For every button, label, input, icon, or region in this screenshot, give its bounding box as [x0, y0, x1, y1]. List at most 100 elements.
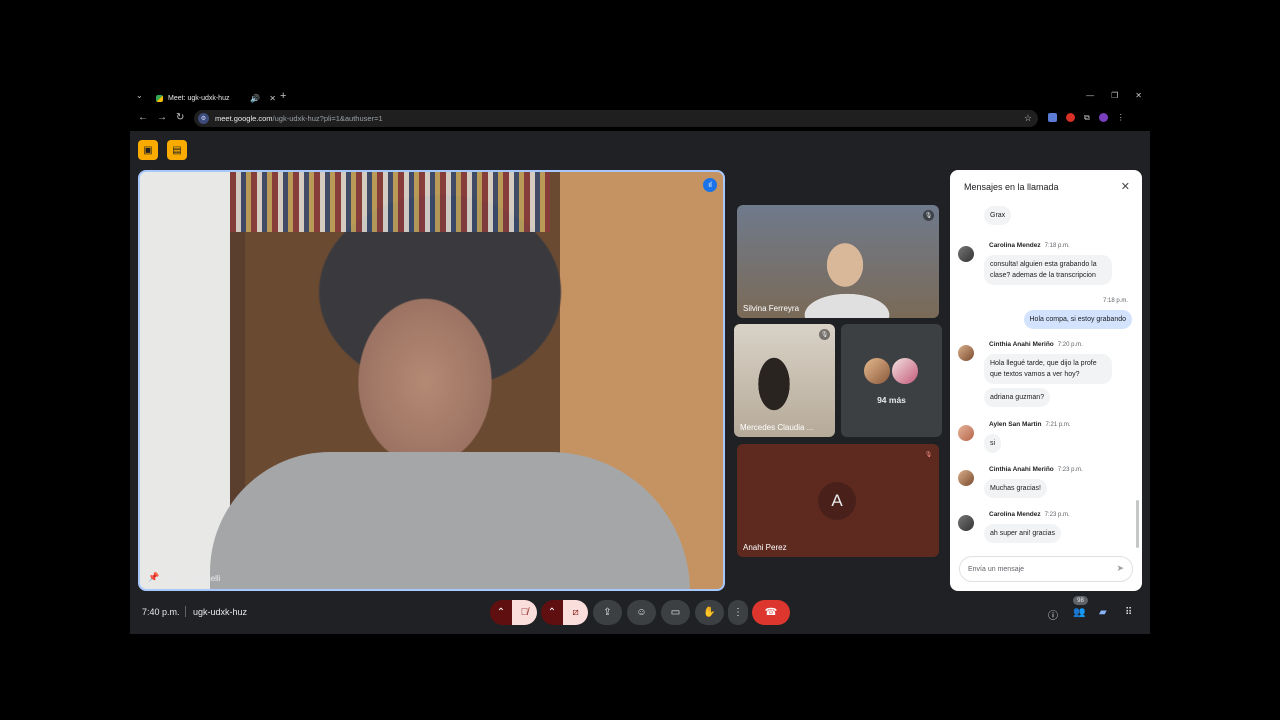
bookmark-star-icon[interactable]: ☆ [1024, 113, 1032, 124]
people-icon[interactable]: 👥 [1073, 607, 1085, 618]
participant-tile[interactable]: 🎙 Silvina Ferreyra [737, 205, 939, 318]
captions-button[interactable]: ▭ [661, 600, 690, 625]
speaking-indicator-icon: ıl [703, 178, 717, 192]
participant-tile[interactable]: 🎙 Mercedes Claudia ... [734, 324, 835, 437]
avatar [958, 345, 974, 361]
message-sender: Carolina Mendez [989, 242, 1041, 249]
participant-tile[interactable]: 🎙 A Anahi Perez [737, 444, 939, 557]
close-icon[interactable]: ✕ [1121, 180, 1130, 193]
present-screen-icon: ⇪ [603, 607, 612, 618]
message-bubble: Hola llegué tarde, que dijo la profe que… [984, 354, 1112, 384]
back-icon[interactable]: ← [138, 112, 148, 123]
chat-message: Aylen San Martin 7:21 p.m. si [950, 413, 1142, 453]
mic-options-button[interactable]: ⌃ [490, 600, 512, 625]
participant-name: Silvina Ferreyra [743, 304, 800, 313]
meeting-info-icon[interactable]: ⓘ [1048, 607, 1058, 622]
chat-message: Carolina Mendez 7:23 p.m. ah super ani! g… [950, 503, 1142, 543]
chat-message: Grax [950, 204, 1142, 225]
close-window-icon[interactable]: ✕ [1135, 91, 1142, 100]
chat-message: Carolina Mendez 7:18 p.m. consulta! algui… [950, 234, 1142, 285]
url-path: /ugk-udxk-huz?pli=1&authuser=1 [272, 114, 383, 123]
activities-grid-icon[interactable]: ⠿ [1125, 607, 1132, 618]
message-sender: Cinthia Anahi Meriño [989, 466, 1054, 473]
more-participants-label: 94 más [877, 395, 906, 405]
meeting-clock: 7:40 p.m. [142, 607, 180, 617]
send-icon[interactable]: ➤ [1116, 563, 1124, 574]
extensions-area: ⧉ ⋮ [1048, 113, 1125, 123]
present-button[interactable]: ⇪ [593, 600, 622, 625]
new-tab-icon[interactable]: + [280, 90, 286, 102]
end-call-button[interactable]: ☎ [752, 600, 790, 625]
tab-search-icon[interactable]: ⌄ [136, 91, 143, 100]
muted-mic-icon: 🎙 [924, 452, 933, 458]
mic-toggle-button[interactable]: 🎙̸ [512, 600, 537, 625]
extensions-puzzle-icon[interactable]: ⧉ [1084, 113, 1090, 123]
chat-title: Mensajes en la llamada [964, 182, 1059, 192]
meet-favicon-icon [156, 94, 163, 102]
tab-title: Meet: ugk-udxk-huz [168, 94, 230, 102]
profile-avatar-icon[interactable] [1098, 113, 1108, 122]
chat-scrollbar[interactable] [1136, 500, 1139, 548]
reactions-button[interactable]: ☺ [627, 600, 656, 625]
forward-icon[interactable]: → [157, 112, 167, 123]
message-time: 7:18 p.m. [1044, 243, 1070, 249]
message-header: Cinthia Anahi Meriño 7:20 p.m. [989, 333, 1142, 351]
chat-message: Cinthia Anahi Meriño 7:20 p.m. Hola llegu… [950, 333, 1142, 407]
pin-icon[interactable]: 📌 [148, 572, 159, 583]
message-bubble: consulta! alguien esta grabando la clase… [984, 255, 1112, 285]
message-sender: Aylen San Martin [989, 421, 1042, 428]
message-bubble: si [984, 434, 1002, 453]
minimize-icon[interactable]: — [1086, 91, 1094, 100]
message-time: 7:20 p.m. [1057, 342, 1083, 348]
bookshelf-background [230, 172, 550, 232]
camera-blocked-icon[interactable]: ▣ [138, 140, 158, 160]
main-video-tile[interactable]: ıl 📌 Carla Franquelli [138, 170, 725, 591]
message-time: 7:21 p.m. [1045, 422, 1071, 428]
browser-tab[interactable]: Meet: ugk-udxk-huz 🔊 ✕ [150, 89, 280, 107]
chat-icon[interactable]: ▰ [1099, 607, 1107, 618]
message-header: Aylen San Martin 7:21 p.m. [989, 413, 1142, 431]
camera-off-icon: ⧄ [572, 607, 579, 618]
message-header: 7:18 p.m. [950, 289, 1128, 307]
reload-icon[interactable]: ↻ [176, 112, 184, 123]
participant-avatar [890, 356, 920, 386]
participant-name: Anahi Perez [743, 543, 787, 552]
chat-input-placeholder: Envía un mensaje [968, 565, 1025, 573]
chat-message-input[interactable]: Envía un mensaje ➤ [959, 556, 1133, 582]
message-time: 7:18 p.m. [1102, 298, 1128, 304]
browser-menu-icon[interactable]: ⋮ [1117, 113, 1125, 123]
message-bubble: adriana guzman? [984, 388, 1051, 407]
meet-window: ⌄ Meet: ugk-udxk-huz 🔊 ✕ + — ❐ ✕ ← → ↻ ⚙… [130, 87, 1150, 634]
camera-options-button[interactable]: ⌃ [541, 600, 563, 625]
tab-bar: ⌄ Meet: ugk-udxk-huz 🔊 ✕ + — ❐ ✕ [130, 87, 1150, 107]
adblock-extension-icon[interactable] [1066, 113, 1075, 122]
more-vert-icon: ⋮ [733, 607, 743, 618]
restore-icon[interactable]: ❐ [1111, 91, 1118, 100]
translate-extension-icon[interactable] [1048, 113, 1057, 122]
participants-count-badge: 98 [1073, 596, 1088, 605]
address-bar[interactable]: ⚙ meet.google.com/ugk-udxk-huz?pli=1&aut… [194, 110, 1038, 127]
more-options-button[interactable]: ⋮ [728, 600, 748, 625]
site-info-icon[interactable]: ⚙ [198, 113, 209, 124]
message-header: Cinthia Anahi Meriño 7:23 p.m. [989, 458, 1142, 476]
message-time: 7:23 p.m. [1057, 467, 1083, 473]
more-participants-tile[interactable]: 94 más [841, 324, 942, 437]
avatar [958, 470, 974, 486]
notes-icon[interactable]: ▤ [167, 140, 187, 160]
raise-hand-button[interactable]: ✋ [695, 600, 724, 625]
hang-up-icon: ☎ [764, 607, 778, 618]
captions-icon: ▭ [670, 607, 681, 618]
tab-audio-icon[interactable]: 🔊 [250, 94, 260, 103]
tab-close-icon[interactable]: ✕ [269, 94, 276, 103]
participant-avatar [862, 356, 892, 386]
speaker-body [210, 452, 690, 589]
muted-mic-icon: 🎙 [923, 210, 934, 221]
message-bubble: Hola compa, si estoy grabando [1023, 310, 1132, 329]
main-participant-name: Carla Franquelli [164, 574, 221, 583]
avatar [958, 246, 974, 262]
muted-mic-icon: 🎙 [819, 329, 830, 340]
camera-toggle-button[interactable]: ⧄ [563, 600, 588, 625]
message-bubble: Muchas gracias! [984, 479, 1047, 498]
meeting-code: ugk-udxk-huz [193, 607, 248, 617]
message-bubble: ah super ani! gracias [984, 524, 1061, 543]
